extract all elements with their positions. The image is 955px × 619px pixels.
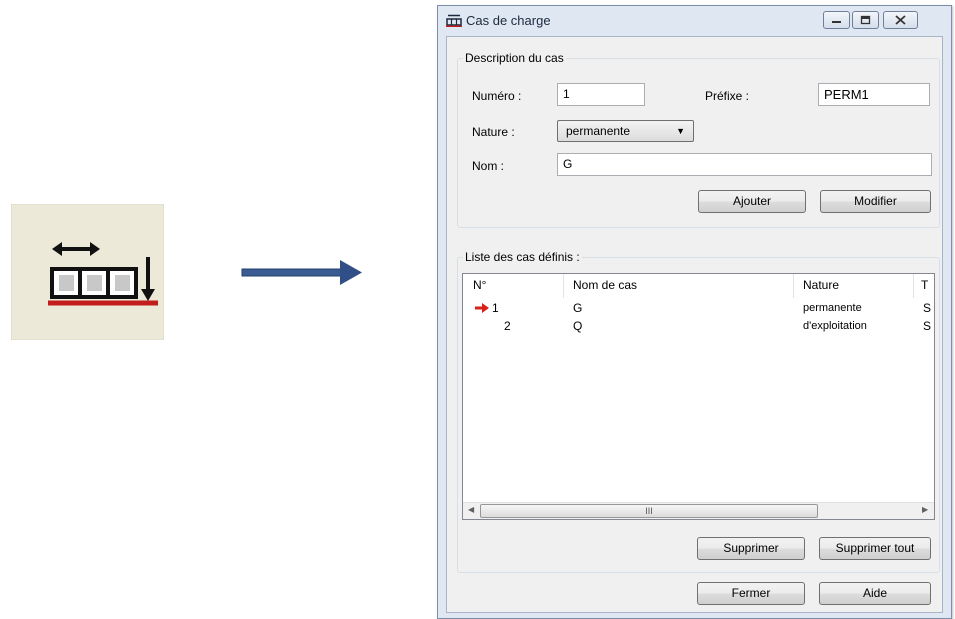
prefixe-field[interactable]: PERM1 (818, 83, 930, 106)
column-header-nom[interactable]: Nom de cas (573, 278, 637, 292)
nom-field[interactable]: G (557, 153, 932, 176)
supprimer-tout-button[interactable]: Supprimer tout (819, 537, 931, 560)
horizontal-scrollbar[interactable]: ◀ III ▶ (463, 502, 934, 519)
current-case-arrow-icon (475, 303, 489, 313)
supprimer-button[interactable]: Supprimer (697, 537, 805, 560)
list-header: N° Nom de cas Nature T (463, 274, 934, 298)
column-divider[interactable] (913, 274, 914, 298)
numero-label: Numéro : (472, 89, 522, 103)
cases-list-legend: Liste des cas définis : (465, 250, 580, 264)
column-divider[interactable] (793, 274, 794, 298)
maximize-button[interactable] (852, 11, 879, 29)
title-bar[interactable]: Cas de charge (438, 6, 951, 36)
description-legend: Description du cas (465, 51, 564, 65)
column-divider[interactable] (563, 274, 564, 298)
row-num: 1 (492, 301, 499, 315)
scrollbar-grip: III (645, 506, 653, 516)
row-nom: Q (573, 319, 583, 333)
row-nature: d'exploitation (803, 320, 867, 332)
column-header-t[interactable]: T (921, 278, 928, 292)
nature-label: Nature : (472, 125, 515, 139)
row-t: S (923, 301, 932, 315)
scrollbar-thumb[interactable]: III (480, 504, 818, 518)
aide-button[interactable]: Aide (819, 582, 931, 605)
modifier-button[interactable]: Modifier (820, 190, 931, 213)
cases-list[interactable]: N° Nom de cas Nature T 1 G permanente S … (462, 273, 935, 520)
nature-select[interactable]: permanente ▼ (557, 120, 694, 142)
scroll-left-icon[interactable]: ◀ (468, 505, 474, 514)
row-t: S (923, 319, 932, 333)
app-icon (446, 13, 462, 32)
fermer-button[interactable]: Fermer (697, 582, 805, 605)
window-title: Cas de charge (466, 13, 551, 28)
row-num: 2 (504, 319, 511, 333)
chevron-down-icon: ▼ (676, 126, 685, 136)
minimize-button[interactable] (823, 11, 850, 29)
prefixe-label: Préfixe : (705, 89, 750, 103)
nom-label: Nom : (472, 159, 505, 173)
pointer-arrow-icon (241, 260, 362, 285)
row-nom: G (573, 301, 583, 315)
nature-select-value: permanente (566, 124, 631, 138)
load-cases-dialog: Cas de charge Description du cas Numéro … (437, 5, 952, 619)
ajouter-button[interactable]: Ajouter (698, 190, 806, 213)
load-cases-icon[interactable] (11, 204, 164, 340)
scroll-right-icon[interactable]: ▶ (922, 505, 928, 514)
row-nature: permanente (803, 302, 862, 314)
close-button[interactable] (883, 11, 918, 29)
column-header-num[interactable]: N° (473, 278, 486, 292)
column-header-nature[interactable]: Nature (803, 278, 839, 292)
numero-field[interactable]: 1 (557, 83, 645, 106)
